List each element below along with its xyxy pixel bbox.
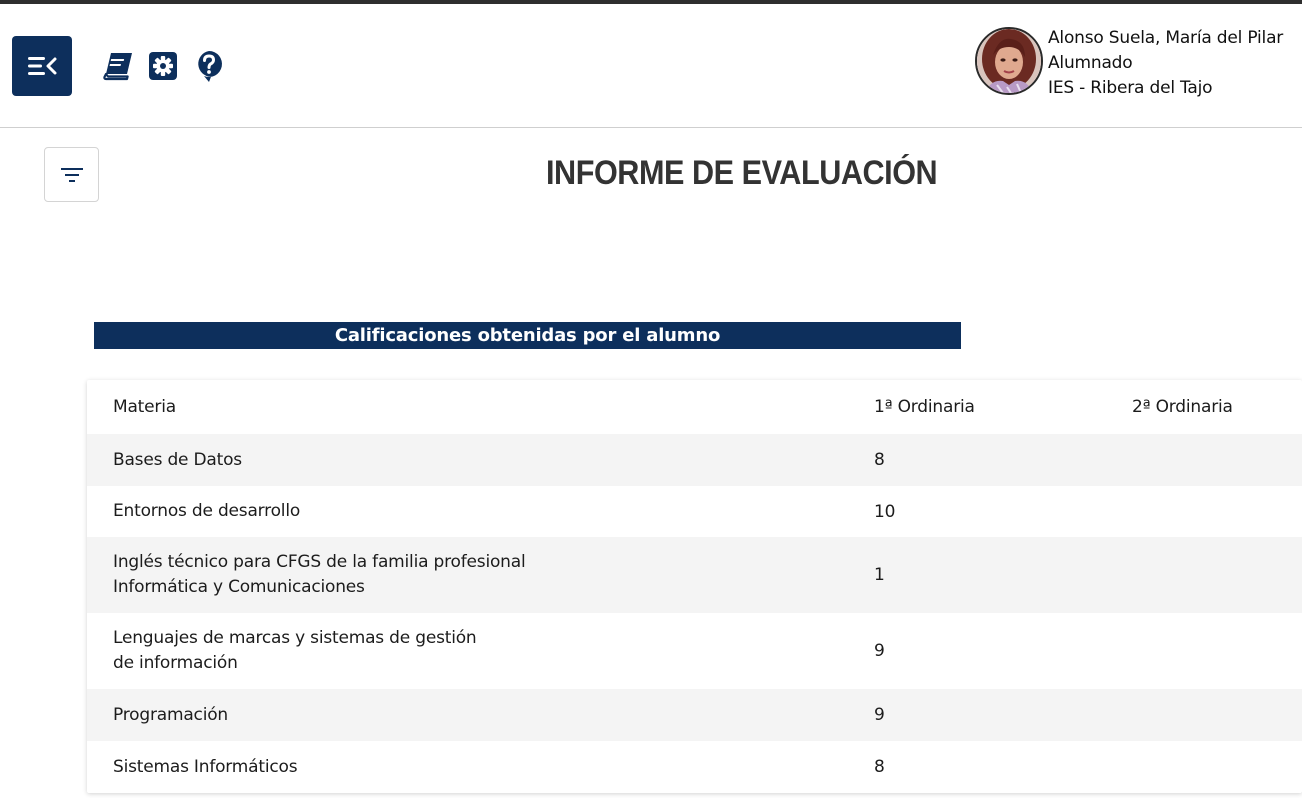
materia-line: Sistemas Informáticos [113, 756, 298, 777]
settings-button[interactable] [147, 50, 179, 82]
table-row: Inglés técnico para CFGS de la familia p… [87, 537, 1302, 613]
help-icon [198, 51, 222, 82]
page-title: INFORME DE EVALUACIÓN [546, 154, 938, 192]
table-row: Bases de Datos 8 [87, 434, 1302, 486]
materia-cell: Lenguajes de marcas y sistemas de gestió… [113, 626, 477, 676]
column-header-materia: Materia [113, 396, 176, 417]
grade-ord1-cell: 9 [874, 705, 885, 725]
app-header: Alonso Suela, María del Pilar Alumnado I… [0, 4, 1302, 128]
column-header-ord2: 2ª Ordinaria [1132, 397, 1233, 417]
filter-icon [60, 167, 83, 182]
materia-line: de información [113, 653, 238, 673]
user-photo [977, 29, 1041, 93]
user-info[interactable]: Alonso Suela, María del Pilar Alumnado I… [975, 26, 1283, 98]
user-role: Alumnado [1048, 53, 1133, 73]
grades-section-title: Calificaciones obtenidas por el alumno [94, 322, 961, 349]
column-header-ord1: 1ª Ordinaria [874, 397, 975, 417]
materia-cell: Inglés técnico para CFGS de la familia p… [113, 550, 526, 600]
materia-line: Lenguajes de marcas y sistemas de gestió… [113, 628, 477, 648]
grade-ord1-cell: 8 [874, 757, 885, 777]
user-school: IES - Ribera del Tajo [1048, 78, 1213, 98]
menu-toggle-button[interactable] [12, 36, 72, 96]
grade-ord1-cell: 10 [874, 501, 896, 522]
table-header-row: Materia 1ª Ordinaria 2ª Ordinaria [87, 380, 1302, 434]
grade-ord1-cell: 1 [874, 565, 885, 585]
materia-cell: Programación [113, 703, 228, 728]
gear-icon [149, 52, 177, 80]
materia-line: Inglés técnico para CFGS de la familia p… [113, 552, 526, 572]
book-icon [103, 53, 132, 81]
menu-collapse-icon [28, 57, 57, 75]
grade-ord1-cell: 9 [874, 641, 885, 661]
materia-cell: Bases de Datos [113, 448, 242, 473]
materia-cell: Sistemas Informáticos [113, 755, 298, 780]
materia-cell: Entornos de desarrollo [113, 499, 300, 524]
table-row: Entornos de desarrollo 10 [87, 486, 1302, 537]
manual-button[interactable] [102, 50, 134, 82]
grade-ord1-cell: 8 [874, 450, 885, 470]
materia-line: Programación [113, 704, 228, 725]
materia-line: Bases de Datos [113, 449, 242, 470]
table-row: Lenguajes de marcas y sistemas de gestió… [87, 613, 1302, 689]
avatar[interactable] [975, 27, 1043, 95]
user-name: Alonso Suela, María del Pilar [1048, 28, 1284, 48]
materia-line: Informática y Comunicaciones [113, 577, 365, 597]
table-row: Programación 9 [87, 689, 1302, 741]
help-button[interactable] [193, 50, 225, 82]
filter-button[interactable] [44, 147, 99, 202]
grades-table: Materia 1ª Ordinaria 2ª Ordinaria Bases … [87, 380, 1302, 793]
table-row: Sistemas Informáticos 8 [87, 741, 1302, 793]
materia-line: Entornos de desarrollo [113, 501, 301, 521]
